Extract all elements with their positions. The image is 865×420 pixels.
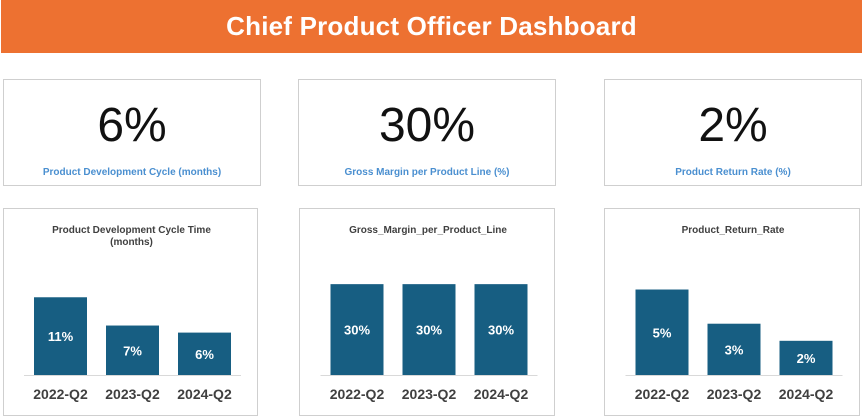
x-tick-label: 2022-Q2 bbox=[635, 386, 690, 402]
chart-title: Product Development Cycle Time bbox=[52, 225, 211, 236]
kpi-card-return-rate: 2% Product Return Rate (%) bbox=[604, 79, 862, 186]
chart-gross-margin: Gross_Margin_per_Product_Line 30% 2022-Q2 3… bbox=[320, 225, 538, 402]
page-title: Chief Product Officer Dashboard bbox=[226, 11, 637, 41]
chart-development-cycle: Product Development Cycle Time(months) 11… bbox=[24, 225, 241, 402]
kpi-label: Product Development Cycle (months) bbox=[42, 167, 222, 178]
x-tick-label: 2024-Q2 bbox=[474, 386, 529, 402]
data-label: 7% bbox=[123, 343, 142, 358]
x-tick-label: 2023-Q2 bbox=[707, 386, 762, 402]
kpi-label: Product Return Rate (%) bbox=[675, 167, 791, 178]
chart-card-return-rate: Product_Return_Rate 5% 2022-Q2 3% 2023-Q2 2% 2… bbox=[604, 208, 860, 416]
data-label: 11% bbox=[48, 329, 74, 344]
kpi-value: 30% bbox=[378, 99, 476, 152]
data-label: 5% bbox=[653, 325, 672, 340]
chart-title: (months) bbox=[110, 237, 153, 248]
kpi-card-gross-margin: 30% Gross Margin per Product Line (%) bbox=[298, 79, 556, 186]
chart-card-gross-margin: Gross_Margin_per_Product_Line 30% 2022-Q2 3… bbox=[299, 208, 555, 416]
x-tick-label: 2022-Q2 bbox=[330, 386, 385, 402]
chart-title: Product_Return_Rate bbox=[682, 225, 785, 236]
chart-return-rate: Product_Return_Rate 5% 2022-Q2 3% 2023-Q2 2% 2… bbox=[625, 225, 843, 402]
x-tick-label: 2023-Q2 bbox=[105, 386, 160, 402]
x-tick-label: 2024-Q2 bbox=[177, 386, 232, 402]
x-tick-label: 2022-Q2 bbox=[33, 386, 88, 402]
kpi-value: 2% bbox=[698, 99, 768, 152]
data-label: 30% bbox=[344, 323, 370, 338]
chart-title: Gross_Margin_per_Product_Line bbox=[349, 225, 507, 236]
x-tick-label: 2023-Q2 bbox=[402, 386, 457, 402]
dashboard-header: Chief Product Officer Dashboard bbox=[1, 0, 862, 53]
kpi-card-development-cycle: 6% Product Development Cycle (months) bbox=[3, 79, 261, 186]
kpi-label: Gross Margin per Product Line (%) bbox=[344, 167, 510, 178]
data-label: 3% bbox=[725, 342, 744, 357]
data-label: 6% bbox=[195, 347, 214, 362]
kpi-value: 6% bbox=[97, 99, 167, 152]
x-tick-label: 2024-Q2 bbox=[779, 386, 834, 402]
data-label: 30% bbox=[488, 323, 514, 338]
chart-card-development-cycle: Product Development Cycle Time (months) 11… bbox=[3, 208, 258, 416]
data-label: 2% bbox=[797, 351, 816, 366]
data-label: 30% bbox=[416, 323, 442, 338]
